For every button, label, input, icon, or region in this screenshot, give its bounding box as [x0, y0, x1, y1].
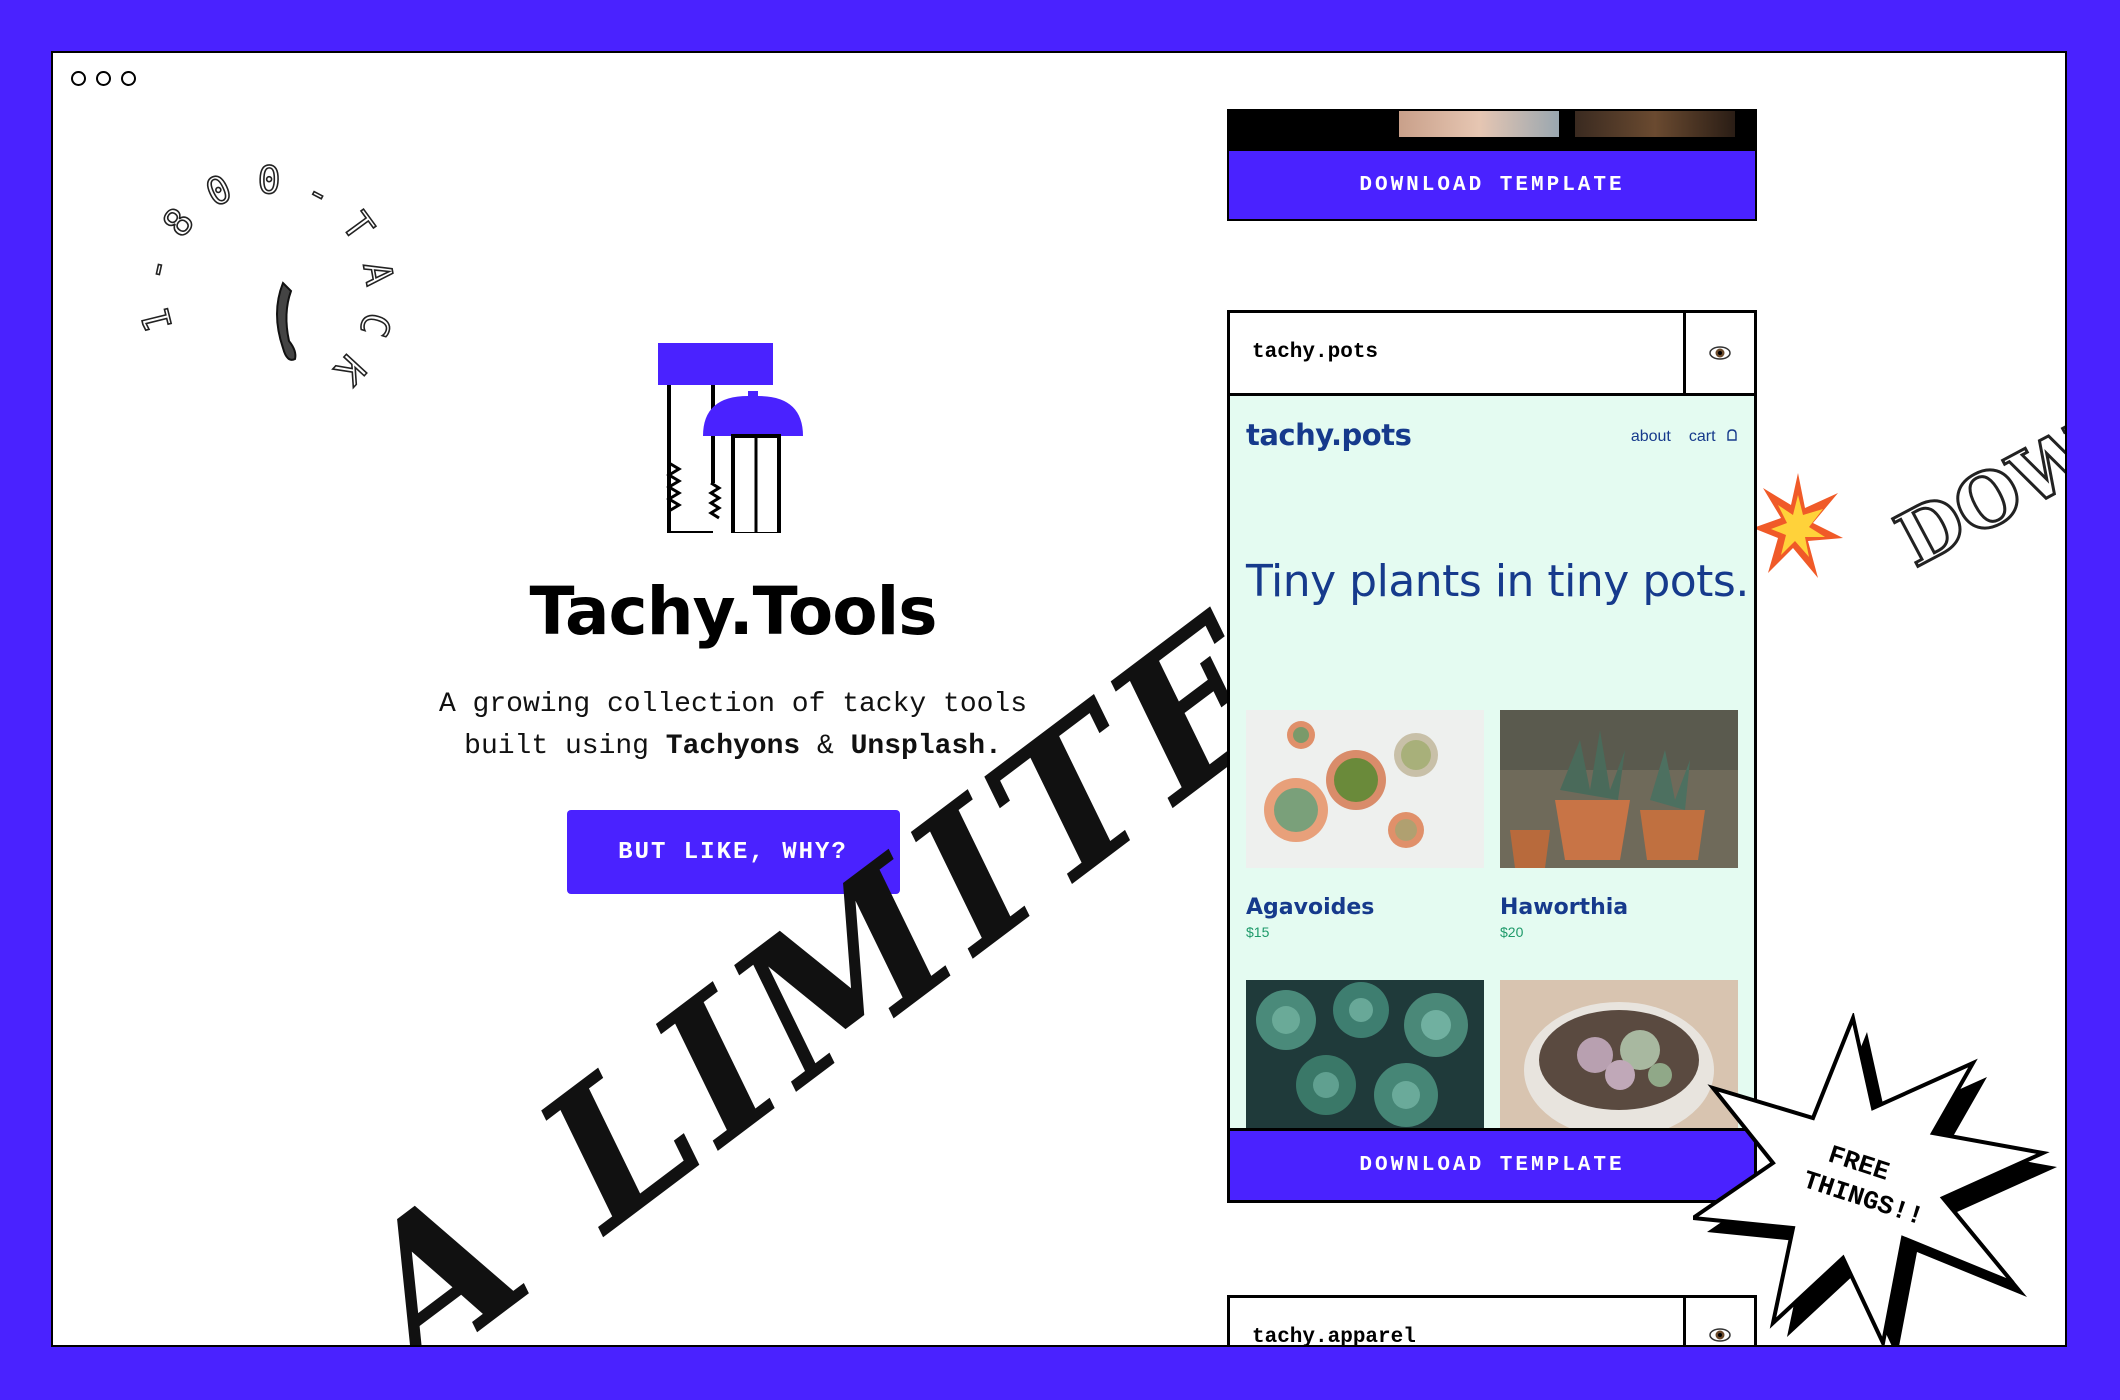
preview-nav-cart-label: cart [1688, 428, 1716, 445]
product-item[interactable] [1246, 980, 1484, 1128]
eye-icon [1709, 346, 1731, 360]
card-title: tachy.apparel [1252, 1326, 1416, 1347]
preview-product-grid: Agavoides $15 Haworthia $20 [1246, 710, 1738, 1128]
close-dot[interactable] [71, 71, 86, 86]
template-card-top: DOWNLOAD TEMPLATE [1227, 109, 1757, 221]
template-card-tachy-pots: tachy.pots tachy.pots about cart Tiny pl… [1227, 310, 1757, 1203]
product-item[interactable]: Haworthia $20 [1500, 710, 1738, 940]
preview-headline: Tiny plants in tiny pots. [1246, 556, 1749, 607]
product-image-succulents [1246, 980, 1484, 1128]
product-name: Agavoides [1246, 895, 1375, 920]
product-price: $20 [1500, 924, 1524, 940]
template-card-tachy-apparel: tachy.apparel [1227, 1295, 1757, 1347]
preview-logo: tachy.pots [1246, 418, 1412, 452]
template-preview: tachy.pots about cart Tiny plants in tin… [1230, 396, 1754, 1128]
preview-nav-cart[interactable]: cart [1689, 428, 1738, 446]
minimize-dot[interactable] [96, 71, 111, 86]
subtitle-amp: & [800, 731, 851, 762]
card-header: tachy.pots [1230, 313, 1754, 396]
maximize-dot[interactable] [121, 71, 136, 86]
phone-handset-icon [276, 281, 297, 361]
product-name: Haworthia [1500, 895, 1629, 920]
download-diagonal-text: DOWNLOAD [1881, 264, 2067, 586]
bag-icon [1727, 429, 1737, 441]
template-preview-photos [1227, 109, 1757, 149]
product-image-haworthia [1500, 710, 1738, 868]
preview-toggle[interactable] [1683, 313, 1754, 393]
download-template-button[interactable]: DOWNLOAD TEMPLATE [1227, 149, 1757, 221]
tachy-tools-logo-icon [658, 343, 803, 533]
product-item[interactable]: Agavoides $15 [1246, 710, 1484, 940]
preview-photo [1575, 111, 1735, 137]
tachyons-link[interactable]: Tachyons [666, 731, 800, 762]
subtitle-prefix: built using [464, 731, 666, 762]
free-things-starburst: FREE THINGS!! [1693, 1013, 2057, 1345]
product-price: $15 [1246, 924, 1270, 940]
product-image-agavoides [1246, 710, 1484, 868]
card-title: tachy.pots [1252, 341, 1379, 364]
page-title: Tachy.Tools [529, 573, 937, 650]
preview-nav: about cart [1631, 428, 1738, 446]
explosion-icon [1753, 473, 1843, 578]
browser-window: 1 - 8 0 0 - T A C K Y - A F Tachy.Tools … [51, 51, 2067, 1347]
preview-nav-about[interactable]: about [1631, 428, 1671, 446]
download-template-button[interactable]: DOWNLOAD TEMPLATE [1230, 1128, 1754, 1200]
window-controls [71, 71, 136, 86]
preview-photo [1399, 111, 1559, 137]
